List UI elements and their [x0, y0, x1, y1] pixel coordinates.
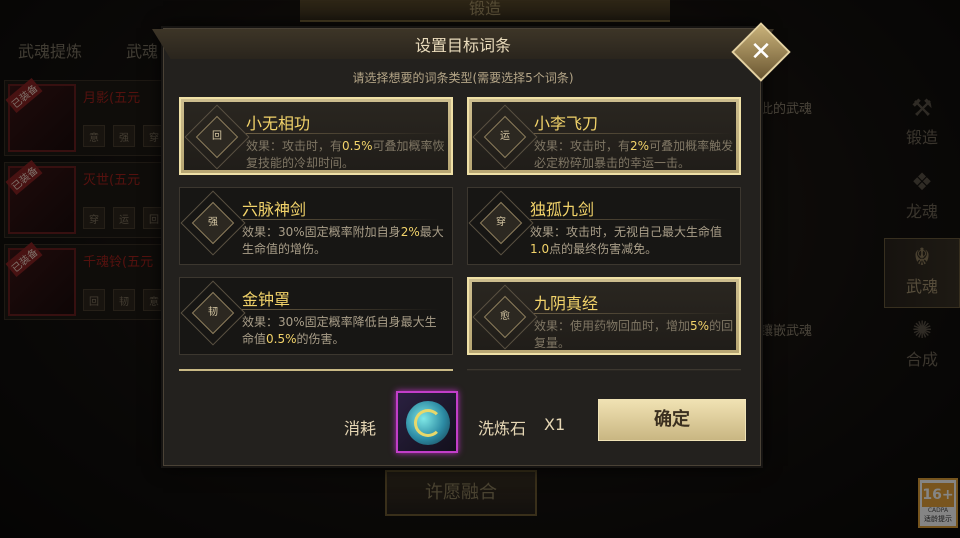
affix-text: 效果：攻击时，无视自己最大生命值 [530, 225, 723, 239]
dialog-instruction: 请选择想要的词条类型(需要选择5个词条) [352, 71, 574, 85]
swirl-icon [414, 409, 442, 437]
affix-description: 效果：使用药物回血时，增加5%的回复量。 [534, 318, 738, 352]
affix-text: 效果：使用药物回血时，增加 [534, 319, 691, 333]
dialog-title: 设置目标词条 [414, 36, 511, 55]
affix-name: 六脉神剑 [242, 200, 307, 219]
affix-description: 效果：攻击时，有2%可叠加概率触发必定粉碎加暴击的幸运一击。 [534, 138, 738, 172]
affix-description: 效果：30%固定概率附加自身2%最大生命值的增伤。 [242, 224, 446, 258]
affix-card[interactable]: 回 小无相功效果：攻击时，有0.5%可叠加概率恢复技能的冷却时间。 [179, 97, 453, 175]
affix-grid: 回 小无相功效果：攻击时，有0.5%可叠加概率恢复技能的冷却时间。 运 小李飞刀效果… [179, 97, 741, 371]
affix-divider [534, 313, 732, 314]
cost-label: 消耗 [344, 419, 377, 438]
affix-value: 2% [400, 225, 420, 239]
affix-description: 效果：攻击时，无视自己最大生命值 1.0点的最终伤害减免。 [530, 224, 734, 258]
affix-card-partial[interactable] [179, 369, 453, 371]
affix-emblem-char: 运 [500, 131, 510, 142]
affix-name: 小李飞刀 [534, 114, 599, 133]
affix-divider [242, 219, 440, 220]
affix-divider [530, 219, 728, 220]
refine-stone-slot[interactable] [396, 391, 458, 453]
affix-description: 效果：30%固定概率降低自身最大生命值0.5%的伤害。 [242, 314, 446, 348]
close-icon: ✕ [750, 37, 772, 67]
affix-card[interactable]: 穿 独孤九剑效果：攻击时，无视自己最大生命值 1.0点的最终伤害减免。 [467, 187, 741, 265]
affix-text: 效果：攻击时，有 [246, 139, 343, 153]
affix-name: 独孤九剑 [530, 200, 595, 219]
affix-card[interactable]: 韧 金钟罩效果：30%固定概率降低自身最大生命值0.5%的伤害。 [179, 277, 453, 355]
affix-text: 的伤害。 [296, 332, 345, 346]
affix-emblem-char: 强 [208, 217, 218, 228]
affix-card-partial[interactable] [467, 369, 741, 371]
affix-value: 2% [630, 139, 650, 153]
affix-emblem-char: 穿 [496, 217, 506, 228]
affix-text: 点的最终伤害减免。 [549, 242, 658, 256]
dialog-footer: 消耗 洗炼石 X1 确定 [164, 381, 762, 467]
affix-value: 0.5% [266, 332, 297, 346]
confirm-button[interactable]: 确定 [598, 399, 746, 441]
refine-stone-count: X1 [544, 415, 566, 434]
affix-value: 5% [690, 319, 710, 333]
affix-divider [534, 133, 732, 134]
affix-name: 九阴真经 [534, 294, 599, 313]
affix-value: 0.5% [342, 139, 373, 153]
affix-divider [246, 133, 444, 134]
affix-card[interactable]: 强 六脉神剑效果：30%固定概率附加自身2%最大生命值的增伤。 [179, 187, 453, 265]
affix-name: 小无相功 [246, 114, 311, 133]
affix-text: 效果：攻击时，有 [534, 139, 631, 153]
affix-card[interactable]: 愈 九阴真经效果：使用药物回血时，增加5%的回复量。 [467, 277, 741, 355]
refine-stone-name: 洗炼石 [478, 419, 527, 438]
affix-description: 效果：攻击时，有0.5%可叠加概率恢复技能的冷却时间。 [246, 138, 450, 172]
affix-emblem-char: 回 [212, 131, 222, 142]
affix-emblem-char: 愈 [500, 311, 510, 322]
affix-value: 1.0 [530, 242, 550, 256]
affix-emblem-char: 韧 [208, 307, 218, 318]
affix-name: 金钟罩 [242, 290, 291, 309]
affix-card[interactable]: 运 小李飞刀效果：攻击时，有2%可叠加概率触发必定粉碎加暴击的幸运一击。 [467, 97, 741, 175]
target-affix-dialog: 设置目标词条 ✕ 请选择想要的词条类型(需要选择5个词条) 回 小无相功效果：攻击… [152, 22, 791, 467]
affix-text: 效果：30%固定概率附加自身 [242, 225, 401, 239]
affix-divider [242, 309, 440, 310]
